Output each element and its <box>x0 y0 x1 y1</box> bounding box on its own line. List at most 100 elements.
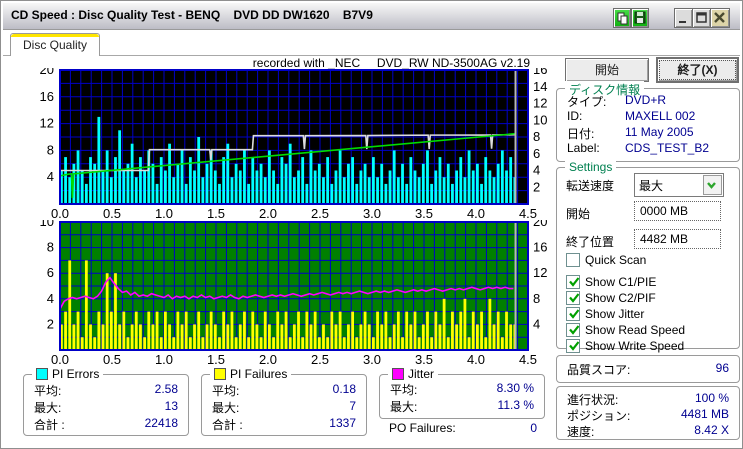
chevron-down-icon[interactable] <box>703 175 722 195</box>
x-axis-tick: 3.0 <box>363 352 381 367</box>
x-axis-tick: 3.5 <box>415 206 433 218</box>
bar-pi-errors <box>68 177 72 204</box>
scan-start-input[interactable]: 0000 MB <box>634 201 721 221</box>
scan-end-input[interactable]: 4482 MB <box>634 229 721 249</box>
bar-pi-errors <box>322 177 325 204</box>
x-axis-tick: 2.5 <box>311 352 329 367</box>
bar-pi-failures <box>218 337 221 350</box>
tab-disc-quality[interactable]: Disc Quality <box>10 33 100 56</box>
bar-pi-errors <box>496 163 500 204</box>
bar-pi-errors <box>438 157 442 204</box>
bar-pi-failures <box>272 337 275 350</box>
checkbox-label: Show Read Speed <box>585 322 686 337</box>
bar-pi-failures <box>496 311 500 350</box>
title-bar[interactable]: CD Speed : Disc Quality Test - BENQ DVD … <box>3 3 740 30</box>
bar-pi-errors <box>247 183 250 204</box>
bar-pi-failures <box>130 324 134 350</box>
avg-value: 2.58 <box>154 382 178 396</box>
bar-pi-errors <box>471 170 475 204</box>
bar-pi-failures <box>134 311 138 350</box>
tab-label: Disc Quality <box>22 38 87 52</box>
checkbox-quick-scan[interactable]: Quick Scan <box>566 252 646 267</box>
disc-id-label: ID: <box>567 109 583 123</box>
bar-pi-failures <box>322 324 325 350</box>
bar-pi-errors <box>255 170 259 204</box>
save-icon[interactable] <box>631 8 649 28</box>
bar-pi-errors <box>151 163 155 204</box>
bar-pi-errors <box>205 163 209 204</box>
max-value: 7 <box>349 399 356 413</box>
bar-pi-failures <box>93 337 97 350</box>
total-value: 22418 <box>144 416 178 430</box>
bar-pi-errors <box>313 170 317 204</box>
checked-checkbox-icon[interactable] <box>566 274 580 289</box>
bar-pi-errors <box>380 163 384 204</box>
start-button[interactable]: 開始 <box>565 58 649 82</box>
x-axis-tick: 2.0 <box>259 352 277 367</box>
bar-pi-failures <box>213 324 217 350</box>
bar-pi-errors <box>226 143 230 204</box>
bar-pi-errors <box>134 177 138 204</box>
po-failures-row: PO Failures: 0 <box>389 421 537 435</box>
bar-pi-errors <box>421 163 425 204</box>
maximize-icon[interactable] <box>692 8 711 28</box>
bar-pi-errors <box>84 183 88 204</box>
bar-pi-errors <box>351 157 354 204</box>
bar-pi-failures <box>455 324 458 350</box>
checkbox-show-write-speed[interactable]: Show Write Speed <box>566 338 684 353</box>
bar-pi-errors <box>505 170 508 204</box>
bar-pi-errors <box>238 170 242 204</box>
bar-pi-errors <box>463 177 467 204</box>
bar-pi-errors <box>359 170 363 204</box>
avg-label: 平均: <box>212 384 240 398</box>
bar-pi-errors <box>114 157 117 204</box>
bar-pi-errors <box>484 157 488 204</box>
bar-pi-errors <box>105 150 109 204</box>
bar-pi-errors <box>234 163 238 204</box>
bar-pi-errors <box>280 157 284 204</box>
x-axis-tick: 1.5 <box>207 206 225 218</box>
close-icon[interactable] <box>710 8 730 28</box>
bar-pi-failures <box>243 311 246 350</box>
checked-checkbox-icon[interactable] <box>566 306 580 321</box>
checked-checkbox-icon[interactable] <box>566 322 580 337</box>
bar-pi-failures <box>426 311 429 350</box>
bar-pi-failures <box>84 260 88 350</box>
bar-pi-errors <box>188 157 192 204</box>
bar-pi-failures <box>226 324 230 350</box>
pi-errors-chart: 201612841614121086420.0 0.5 1.0 1.5 2.0 2.5 3.… <box>40 68 548 218</box>
exit-button[interactable]: 終了(X) <box>656 57 739 83</box>
checkbox-show-read-speed[interactable]: Show Read Speed <box>566 322 685 337</box>
pi-errors-swatch <box>36 368 48 380</box>
bar-pi-failures <box>417 337 421 350</box>
bar-pi-failures <box>392 324 396 350</box>
minimize-icon[interactable] <box>674 8 693 28</box>
unchecked-checkbox-icon[interactable] <box>566 252 580 267</box>
bar-pi-failures <box>292 324 296 350</box>
speed-label-row: 速度: <box>567 425 595 439</box>
bar-pi-failures <box>380 324 384 350</box>
tab-active-highlight <box>11 34 99 37</box>
bar-pi-failures <box>168 324 171 350</box>
max-label: 最大: <box>390 400 418 414</box>
pi-failures-chart: 10 8 6 4 2 20 16 12 8 4 0.0 0.5 1.0 1.5 2.0 2.5 3.0 3.5 4.… <box>40 220 548 367</box>
checkbox-show-c2-pif[interactable]: Show C2/PIF <box>566 290 656 305</box>
bar-pi-failures <box>388 337 392 350</box>
checked-checkbox-icon[interactable] <box>566 338 580 353</box>
x-axis-tick: 2.0 <box>259 206 277 218</box>
bar-pi-errors <box>89 157 92 204</box>
checkbox-show-jitter[interactable]: Show Jitter <box>566 306 644 321</box>
copy-icon[interactable] <box>613 8 631 28</box>
bar-pi-errors <box>455 170 458 204</box>
bar-pi-failures <box>434 311 438 350</box>
bar-pi-errors <box>401 163 404 204</box>
bar-pi-failures <box>197 311 201 350</box>
checked-checkbox-icon[interactable] <box>566 290 580 305</box>
speed-combobox[interactable]: 最大 <box>634 173 724 197</box>
bar-pi-failures <box>409 324 413 350</box>
bar-pi-errors <box>492 177 496 204</box>
bar-pi-failures <box>205 324 209 350</box>
checkbox-show-c1-pie[interactable]: Show C1/PIE <box>566 274 656 289</box>
bar-pi-errors <box>405 183 409 204</box>
bar-pi-errors <box>259 163 263 204</box>
